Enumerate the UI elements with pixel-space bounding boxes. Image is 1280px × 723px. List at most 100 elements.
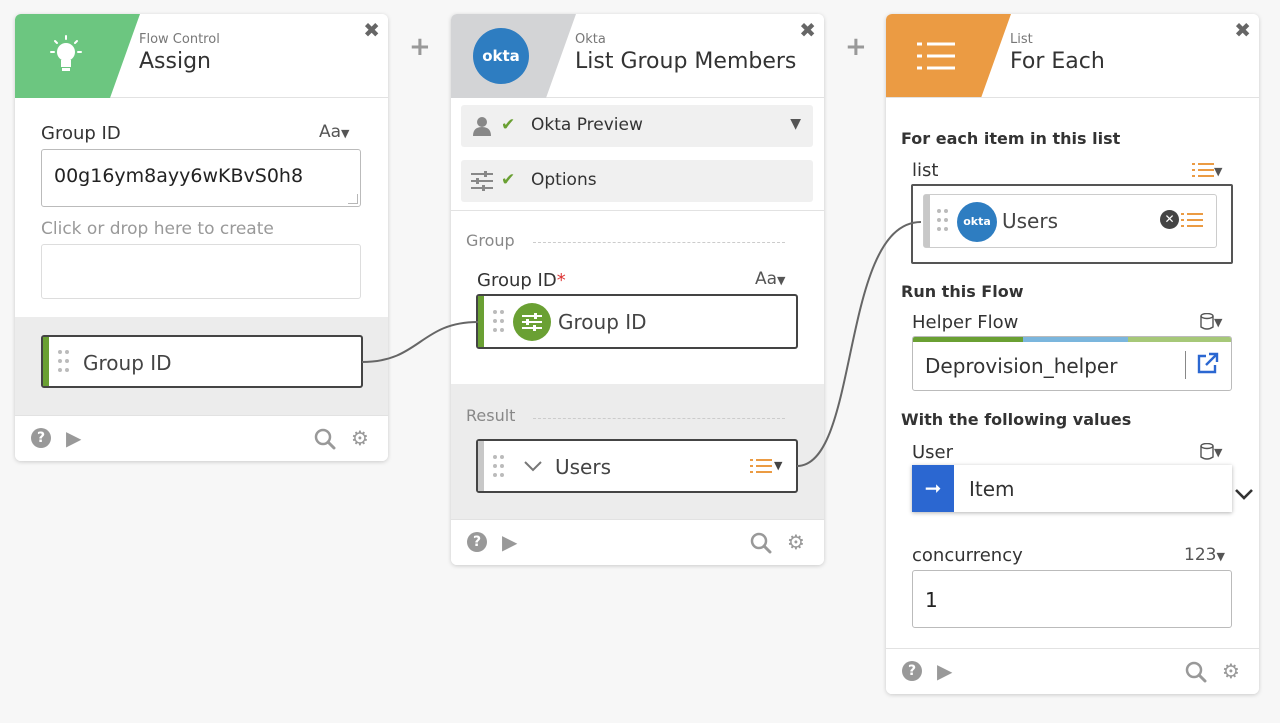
output-section: Group ID [15,317,388,415]
card-app-name: Flow Control [139,32,220,47]
help-icon[interactable]: ? [902,661,922,681]
okta-card: okta Okta List Group Members ✖ ✔ Okta Pr… [451,14,824,565]
sliders-icon [471,171,493,191]
gear-icon[interactable]: ⚙ [1222,661,1240,681]
card-title: For Each [1010,49,1105,74]
sliders-icon [513,303,551,341]
type-selector[interactable]: Aa▼ [755,269,786,289]
close-icon[interactable]: ✖ [1234,20,1251,40]
list-icon[interactable] [1181,212,1203,228]
card-footer: ? ▶ ⚙ [15,415,388,461]
connection-label: Okta Preview [531,115,643,135]
card-title: List Group Members [575,49,797,74]
card-title: Assign [139,49,211,74]
input-pill[interactable]: Group ID [476,294,798,349]
chevron-down-icon[interactable]: ▼ [774,459,782,472]
card-footer: ? ▶ ⚙ [451,519,824,565]
play-icon[interactable]: ▶ [937,661,952,681]
helper-label: Helper Flow [912,312,1019,333]
connection-selector[interactable]: ✔ Okta Preview ▼ [461,105,813,147]
help-icon[interactable]: ? [467,532,487,552]
search-icon[interactable] [314,428,336,450]
drag-handle[interactable] [937,209,949,231]
foreach-card: List For Each ✖ For each item in this li… [886,14,1259,694]
field-label: Group ID [41,123,121,144]
result-section-title: Result [466,406,516,425]
assign-card: Flow Control Assign ✖ Group ID Aa▼ 00g16… [15,14,388,461]
user-label: User [912,442,954,463]
helper-flow-field[interactable]: Deprovision_helper [912,336,1232,391]
chevron-down-icon[interactable] [524,461,542,473]
card-app-name: List [1010,32,1033,47]
gear-icon[interactable]: ⚙ [351,428,369,448]
close-icon[interactable]: ✕ [1160,210,1179,229]
type-selector[interactable]: Aa▼ [319,122,350,142]
close-icon[interactable]: ✖ [363,20,380,40]
drag-handle[interactable] [493,310,505,332]
add-step-button-2[interactable]: + [845,32,867,62]
create-hint: Click or drop here to create [41,219,274,239]
list-icon[interactable] [750,458,772,474]
type-selector[interactable]: ▼ [1192,160,1222,180]
concurrency-input[interactable]: 1 [912,570,1232,628]
drag-handle[interactable] [58,350,70,372]
help-icon[interactable]: ? [31,428,51,448]
section-list-title: For each item in this list [901,129,1121,148]
required-marker: * [556,270,566,291]
list-label: list [912,160,939,181]
check-icon: ✔ [501,115,516,135]
arrow-right-icon: ➞ [912,465,954,512]
type-label: Aa [755,269,778,289]
add-step-button-1[interactable]: + [409,32,431,62]
external-link-icon[interactable] [1195,352,1219,376]
type-selector[interactable]: 123▼ [1184,545,1225,565]
concurrency-label: concurrency [912,545,1023,566]
search-icon[interactable] [1185,661,1207,683]
type-selector[interactable]: ▼ [1200,311,1222,331]
chevron-down-icon[interactable] [1235,489,1253,501]
options-row[interactable]: ✔ Options [461,160,813,202]
card-header: okta Okta List Group Members ✖ [451,14,824,98]
output-pill[interactable]: Users ▼ [476,439,798,493]
output-pill[interactable]: Group ID [41,335,363,388]
resize-handle[interactable] [348,194,358,204]
okta-logo-icon: okta [473,28,529,84]
gear-icon[interactable]: ⚙ [787,532,805,552]
chevron-down-icon[interactable]: ▼ [790,116,801,132]
create-drop-zone[interactable] [41,244,361,299]
group-section-title: Group [466,231,515,250]
list-icon [1192,163,1214,177]
card-app-name: Okta [575,32,606,47]
search-icon[interactable] [750,532,772,554]
user-value: Item [969,477,1015,501]
result-section: Result Users ▼ [451,384,824,519]
group-id-input[interactable]: 00g16ym8ayy6wKBvS0h8 [41,149,361,207]
list-drop-zone[interactable]: okta Users ✕ [911,184,1233,264]
card-header: Flow Control Assign ✖ [15,14,388,98]
input-label-text: Group ID [477,270,557,291]
user-value-field[interactable]: ➞ Item [912,465,1232,512]
type-label: 123 [1184,545,1217,565]
concurrency-value: 1 [925,588,938,612]
section-values-title: With the following values [901,410,1132,429]
lightbulb-icon [50,35,82,71]
divider [451,210,824,211]
list-pill[interactable]: okta Users ✕ [923,194,1217,248]
play-icon[interactable]: ▶ [66,428,81,448]
close-icon[interactable]: ✖ [799,20,816,40]
play-icon[interactable]: ▶ [502,532,517,552]
database-icon [1200,442,1214,460]
list-icon [917,42,955,70]
input-pill-label: Group ID [558,310,647,334]
card-footer: ? ▶ ⚙ [886,648,1259,694]
user-icon [473,117,491,136]
group-id-value: 00g16ym8ayy6wKBvS0h8 [54,165,304,187]
output-pill-label: Group ID [83,351,172,375]
drag-handle[interactable] [493,455,505,477]
list-pill-label: Users [1002,209,1059,233]
options-label: Options [531,170,597,190]
okta-logo-icon: okta [957,202,997,242]
section-run-title: Run this Flow [901,282,1024,301]
type-selector[interactable]: ▼ [1200,441,1222,461]
check-icon: ✔ [501,170,516,190]
